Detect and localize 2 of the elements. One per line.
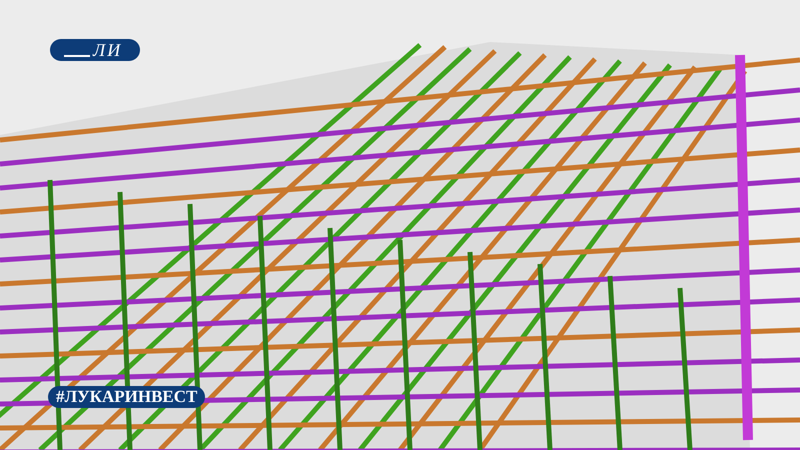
logo-text: ЛИ bbox=[93, 40, 122, 60]
hashtag-label: #ЛУКАРИНВЕСТ bbox=[48, 386, 206, 408]
